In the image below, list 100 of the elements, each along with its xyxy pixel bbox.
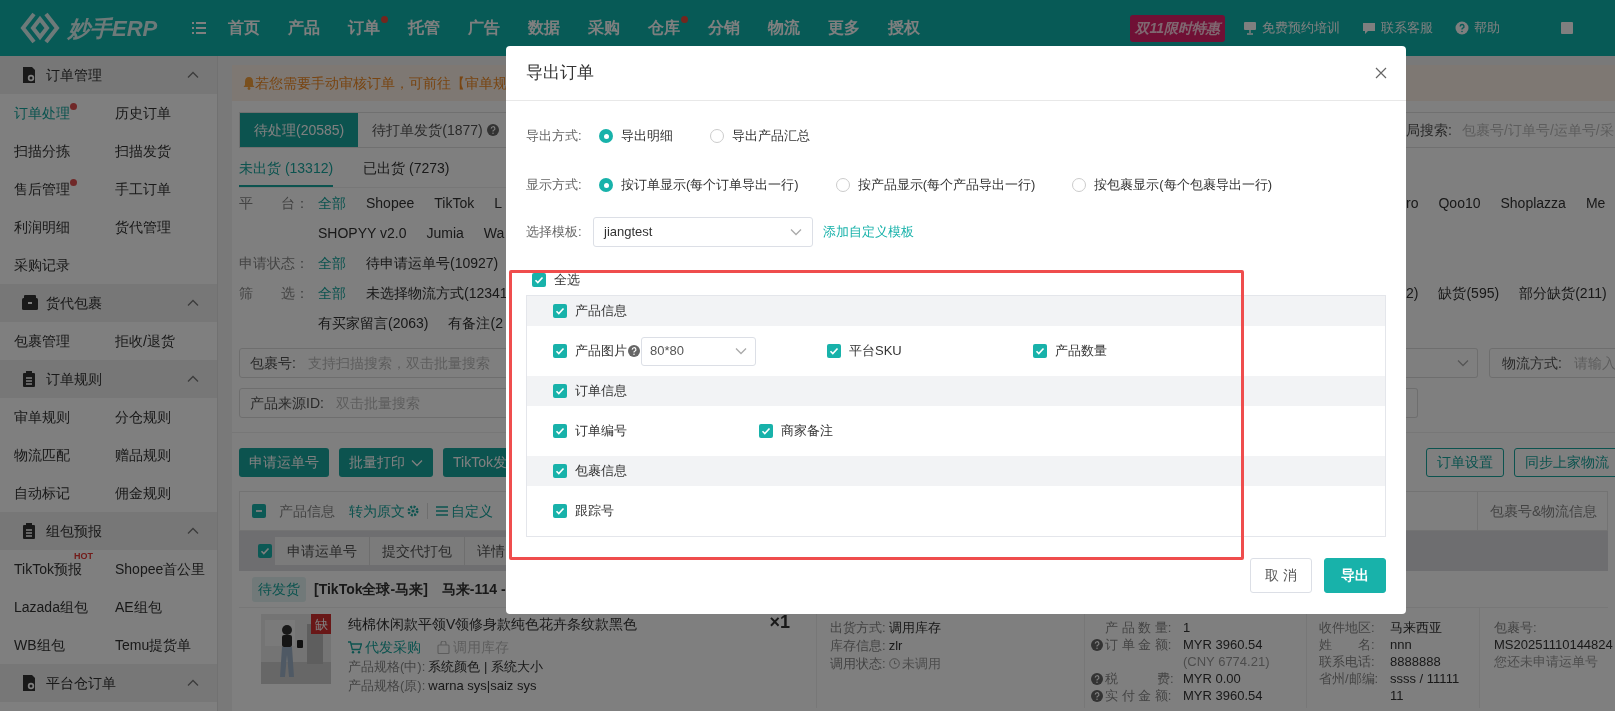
sidebar-item[interactable]: 扫描发货 (115, 140, 178, 162)
checkbox[interactable] (759, 424, 773, 438)
radio-button[interactable] (710, 129, 724, 143)
sidebar-item[interactable]: 订单处理 (14, 102, 77, 124)
app-icon[interactable] (1560, 21, 1574, 35)
sidebar-item[interactable]: 拒收/退货 (115, 330, 182, 352)
product-action[interactable]: 代发采购 (348, 639, 421, 656)
filter-option[interactable]: Jumia (426, 222, 464, 244)
dialog-button[interactable]: 取 消 (1250, 558, 1312, 593)
sidebar-item[interactable]: 自动标记 (14, 482, 77, 504)
filter-option[interactable]: Qoo10 (1438, 192, 1481, 214)
action-button[interactable]: 申请运单号 (239, 448, 329, 477)
filter-option[interactable]: 有备注(2 (448, 312, 503, 334)
custom-link[interactable]: 自定义 (436, 500, 493, 522)
checkbox[interactable] (1033, 344, 1047, 358)
filter-option[interactable]: L (494, 192, 502, 214)
sidebar-item[interactable]: AE组包 (115, 596, 169, 618)
ship-tab[interactable]: 未出货 (13312) (239, 158, 334, 187)
checkbox[interactable] (553, 424, 567, 438)
filter-option[interactable]: 全部 (318, 282, 346, 304)
checkbox-label[interactable]: 订单编号 (575, 421, 627, 441)
action-button[interactable]: 批量打印 (339, 448, 433, 477)
promo-badge[interactable]: 双11限时特惠 (1130, 14, 1225, 42)
status-tab[interactable]: 待处理(20585) (240, 113, 359, 147)
checkbox[interactable] (553, 464, 567, 478)
section-header[interactable]: 订单管理 (0, 56, 217, 94)
toolbar-button[interactable]: 订单设置 (1426, 448, 1504, 477)
checkbox-label[interactable]: 平台SKU (849, 341, 902, 361)
section-header[interactable]: 订单规则 (0, 360, 217, 398)
sidebar-item[interactable]: 利润明细 (14, 216, 77, 238)
filter-option[interactable]: Shoplazza (1500, 192, 1566, 214)
checkbox-label[interactable]: 跟踪号 (575, 501, 614, 521)
sidebar-item[interactable]: Shopee首公里 (115, 558, 213, 580)
checkbox-label[interactable]: 商家备注 (781, 421, 833, 441)
filter-option[interactable]: Shopee (366, 192, 415, 214)
checkbox-label[interactable]: 全选 (554, 270, 580, 290)
template-select[interactable]: jiangtest (593, 217, 813, 247)
radio-label[interactable]: 按订单显示(每个订单导出一行) (621, 175, 799, 195)
radio-label[interactable]: 按产品显示(每个产品导出一行) (857, 175, 1036, 195)
filter-option[interactable]: 2) (1406, 282, 1419, 304)
sidebar-item[interactable]: 历史订单 (115, 102, 178, 124)
section-header[interactable]: 平台仓订单 (0, 664, 217, 702)
sidebar-item[interactable]: 审单规则 (14, 406, 77, 428)
ship-tab[interactable]: 已出货 (7273) (363, 158, 450, 187)
filter-option[interactable]: 未选择物流方式(12341 (366, 282, 508, 304)
bulk-button[interactable]: 申请运单号 (275, 537, 370, 565)
product-title[interactable]: 纯棉休闲款平领V领修身款纯色花卉条纹款黑色 (348, 616, 638, 633)
sidebar-item[interactable]: 扫描分拣 (14, 140, 77, 162)
size-select[interactable]: 80*80 (641, 336, 756, 366)
filter-option[interactable]: Me (1585, 192, 1606, 214)
filter-option[interactable]: 部分缺货(211) (1519, 282, 1607, 304)
sidebar-item[interactable]: WB组包 (14, 634, 72, 656)
sidebar-item[interactable]: TikTok预报 (14, 558, 89, 580)
radio-button[interactable] (835, 178, 850, 192)
radio-label[interactable]: 导出产品汇总 (732, 126, 810, 146)
sidebar-item[interactable]: 佣金规则 (115, 482, 178, 504)
radio-label[interactable]: 按包裹显示(每个包裹导出一行) (1094, 175, 1272, 195)
checkbox-label[interactable]: 产品图片 (575, 341, 627, 361)
filter-option[interactable]: 缺货(595) (1438, 282, 1500, 304)
checkbox[interactable] (553, 384, 567, 398)
sidebar-item[interactable]: Lazada组包 (14, 596, 95, 618)
checkbox[interactable] (258, 544, 272, 558)
sidebar-item[interactable]: 售后管理 (14, 178, 77, 200)
sidebar-item[interactable]: 采购记录 (14, 254, 77, 276)
checkbox[interactable] (532, 273, 546, 287)
checkbox[interactable] (252, 504, 266, 518)
checkbox[interactable] (827, 344, 841, 358)
section-header[interactable]: 组包预报 (0, 512, 217, 550)
sidebar-item[interactable]: 包裹管理 (14, 330, 77, 352)
checkbox-label[interactable]: 包裹信息 (575, 461, 627, 481)
bulk-button[interactable]: 提交代打包 (370, 537, 465, 565)
radio-button[interactable] (599, 178, 613, 192)
checkbox-label[interactable]: 订单信息 (575, 381, 627, 401)
translate-link[interactable]: 转为原文 (349, 500, 419, 522)
radio-button[interactable] (599, 129, 613, 143)
sidebar-item[interactable]: 手工订单 (115, 178, 178, 200)
sidebar-item[interactable]: 物流匹配 (14, 444, 77, 466)
menu-icon[interactable] (192, 22, 206, 34)
add-template-link[interactable]: 添加自定义模板 (823, 222, 914, 242)
filter-option[interactable]: 全部 (318, 252, 346, 274)
checkbox[interactable] (553, 304, 567, 318)
filter-option[interactable]: 有买家留言(2063) (318, 312, 429, 334)
dialog-button[interactable]: 导出 (1324, 558, 1386, 593)
sidebar-item[interactable]: 货代管理 (115, 216, 178, 238)
sidebar-item[interactable]: 赠品规则 (115, 444, 178, 466)
checkbox-label[interactable]: 产品数量 (1055, 341, 1107, 361)
radio-button[interactable] (1072, 178, 1087, 192)
checkbox-label[interactable]: 产品信息 (575, 301, 627, 321)
sidebar-item[interactable]: 分仓规则 (115, 406, 178, 428)
sidebar-item[interactable]: Temu提货单 (115, 634, 199, 656)
filter-option[interactable]: 全部 (318, 192, 346, 214)
checkbox[interactable] (553, 504, 567, 518)
filter-option[interactable]: ro (1406, 192, 1419, 214)
filter-option[interactable]: SHOPYY v2.0 (318, 222, 407, 244)
toolbar-button[interactable]: 同步上家物流 (1514, 448, 1615, 477)
close-icon[interactable] (1375, 67, 1387, 79)
section-header[interactable]: 货代包裹 (0, 284, 217, 322)
filter-option[interactable]: TikTok (434, 192, 475, 214)
filter-option[interactable]: Wa (483, 222, 505, 244)
checkbox[interactable] (553, 344, 567, 358)
